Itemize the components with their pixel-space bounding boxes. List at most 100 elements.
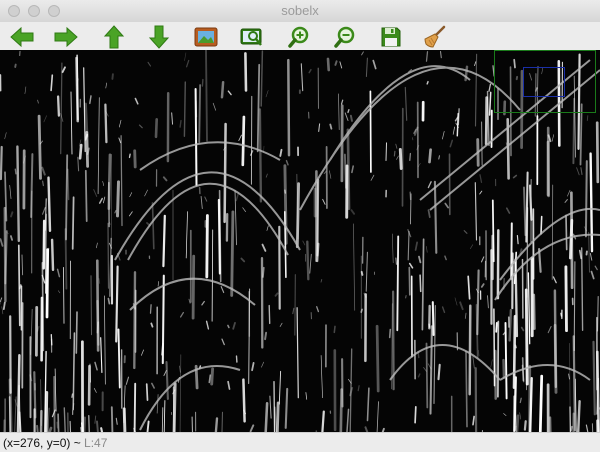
edge-stroke bbox=[78, 143, 83, 160]
app-window: sobelx (x=276, y=0) ~ L:47 bbox=[0, 0, 600, 452]
edge-stroke bbox=[44, 391, 49, 432]
edge-stroke bbox=[273, 381, 276, 432]
edge-stroke bbox=[122, 407, 127, 432]
zoom-original-button[interactable] bbox=[239, 24, 265, 50]
edge-speck bbox=[438, 155, 440, 160]
edge-stroke bbox=[149, 304, 152, 314]
edge-stroke bbox=[67, 168, 70, 201]
overview-viewport[interactable] bbox=[523, 67, 565, 97]
edge-stroke bbox=[283, 164, 288, 245]
edge-stroke bbox=[133, 382, 137, 432]
edge-stroke bbox=[110, 406, 114, 432]
edge-stroke bbox=[145, 383, 149, 401]
edge-stroke bbox=[321, 410, 325, 432]
image-canvas[interactable] bbox=[0, 50, 600, 432]
edge-speck bbox=[409, 191, 412, 201]
edge-stroke bbox=[104, 103, 108, 144]
back-button[interactable] bbox=[9, 24, 35, 50]
up-button[interactable] bbox=[101, 24, 127, 50]
forward-button[interactable] bbox=[53, 24, 79, 50]
edge-speck bbox=[201, 78, 204, 87]
edge-stroke bbox=[421, 238, 425, 331]
edge-speck bbox=[150, 322, 154, 328]
overview-frame[interactable] bbox=[494, 50, 596, 113]
down-button[interactable] bbox=[146, 24, 172, 50]
edge-stroke bbox=[540, 215, 543, 235]
edge-speck bbox=[393, 150, 396, 157]
edge-stroke bbox=[513, 376, 517, 432]
edge-stroke bbox=[75, 311, 78, 354]
edge-speck bbox=[428, 323, 431, 328]
edge-stroke bbox=[414, 406, 417, 424]
edge-stroke bbox=[57, 413, 60, 432]
edge-stroke bbox=[508, 308, 513, 342]
edge-stroke bbox=[17, 244, 21, 327]
edge-speck bbox=[409, 152, 412, 161]
edge-stroke bbox=[205, 214, 209, 279]
edge-stroke bbox=[553, 323, 558, 394]
edge-stroke bbox=[576, 399, 581, 432]
edge-stroke bbox=[133, 149, 137, 169]
edge-speck bbox=[560, 312, 563, 317]
zoom-in-icon bbox=[288, 26, 309, 48]
edge-stroke bbox=[47, 176, 52, 233]
edge-stroke bbox=[516, 235, 519, 245]
status-bar: (x=276, y=0) ~ L:47 bbox=[0, 432, 600, 452]
edge-stroke bbox=[117, 328, 121, 389]
edge-stroke bbox=[465, 350, 468, 428]
edge-stroke bbox=[579, 103, 583, 166]
zoom-out-button[interactable] bbox=[332, 24, 358, 50]
edge-stroke bbox=[589, 152, 594, 253]
edge-stroke bbox=[172, 386, 175, 432]
edge-stroke bbox=[407, 231, 410, 261]
edge-stroke bbox=[515, 414, 520, 432]
zoom-out-icon bbox=[334, 26, 355, 48]
edge-stroke bbox=[96, 299, 100, 346]
floppy-disk-icon bbox=[381, 27, 401, 47]
edge-stroke bbox=[326, 57, 331, 72]
edge-stroke bbox=[84, 169, 88, 222]
zoom-in-button[interactable] bbox=[286, 24, 312, 50]
edge-speck bbox=[14, 168, 17, 175]
edge-speck bbox=[9, 235, 14, 241]
edge-stroke bbox=[198, 84, 202, 144]
edge-stroke bbox=[596, 296, 599, 332]
edge-stroke bbox=[472, 415, 475, 426]
edge-speck bbox=[107, 297, 111, 305]
edge-stroke bbox=[220, 80, 225, 99]
edge-stroke bbox=[258, 108, 263, 203]
save-button[interactable] bbox=[378, 24, 404, 50]
edge-stroke bbox=[504, 321, 508, 400]
edge-stroke bbox=[570, 191, 574, 290]
edge-stroke bbox=[16, 145, 20, 243]
edge-speck bbox=[227, 324, 230, 329]
edge-stroke bbox=[564, 265, 568, 333]
edge-speck bbox=[42, 180, 44, 187]
edge-speck bbox=[426, 80, 429, 85]
edge-stroke bbox=[437, 363, 441, 381]
edge-stroke bbox=[428, 148, 432, 164]
edge-stroke bbox=[287, 58, 291, 157]
edge-stroke bbox=[468, 304, 472, 396]
edge-stroke bbox=[63, 407, 66, 432]
edge-stroke bbox=[214, 417, 219, 432]
edge-stroke bbox=[431, 301, 435, 337]
edge-stroke bbox=[116, 180, 120, 218]
edge-speck bbox=[2, 301, 6, 311]
edge-stroke bbox=[343, 153, 347, 189]
edge-stroke bbox=[146, 420, 150, 432]
edge-speck bbox=[179, 119, 182, 128]
edge-stroke bbox=[375, 324, 380, 393]
edge-stroke bbox=[396, 235, 400, 332]
broom-icon bbox=[424, 25, 446, 48]
edge-stroke bbox=[8, 378, 13, 432]
edge-stroke bbox=[3, 206, 7, 303]
fit-image-button[interactable] bbox=[193, 24, 219, 50]
arrow-right-icon bbox=[54, 26, 78, 48]
edge-stroke bbox=[50, 238, 55, 272]
properties-button[interactable] bbox=[422, 24, 448, 50]
edge-speck bbox=[46, 247, 50, 253]
edge-stroke bbox=[244, 52, 248, 92]
edge-stroke bbox=[526, 207, 529, 298]
edge-speck bbox=[56, 421, 59, 429]
